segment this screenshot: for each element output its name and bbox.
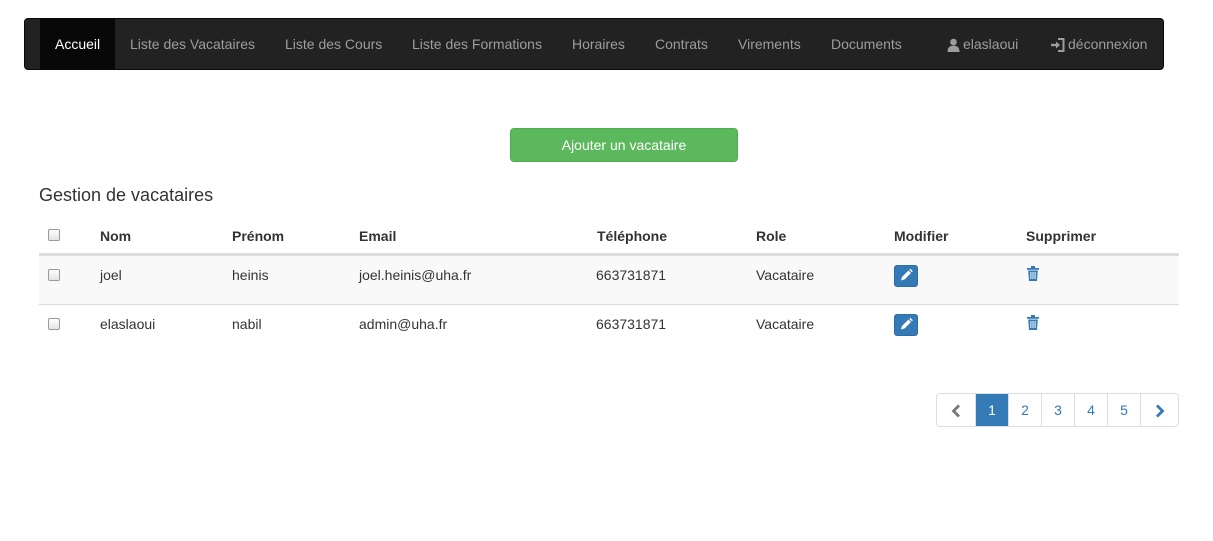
add-vacataire-button[interactable]: Ajouter un vacataire — [510, 128, 738, 162]
column-header-telephone[interactable]: Téléphone — [597, 228, 667, 244]
nav-item-accueil[interactable]: Accueil — [40, 19, 116, 69]
nav-item-formations[interactable]: Liste des Formations — [412, 19, 542, 69]
column-header-modifier: Modifier — [894, 228, 949, 244]
nav-item-documents[interactable]: Documents — [831, 19, 902, 69]
cell-email: admin@uha.fr — [359, 316, 448, 332]
column-header-role[interactable]: Role — [756, 228, 786, 244]
cell-prenom: heinis — [232, 267, 269, 283]
vacataires-table: Nom Prénom Email Téléphone Role Modifier… — [39, 218, 1179, 353]
top-navbar: Accueil Liste des Vacataires Liste des C… — [24, 18, 1164, 70]
chevron-left-icon — [951, 404, 960, 418]
pagination-page-3[interactable]: 3 — [1041, 394, 1074, 426]
table-row: elaslaoui nabil admin@uha.fr 663731871 V… — [39, 304, 1179, 353]
nav-item-vacataires[interactable]: Liste des Vacataires — [130, 19, 255, 69]
column-header-supprimer: Supprimer — [1026, 228, 1097, 244]
select-all-checkbox[interactable] — [48, 229, 60, 241]
cell-telephone: 663731871 — [596, 267, 667, 283]
page-title: Gestion de vacataires — [39, 185, 214, 205]
table-row: joel heinis joel.heinis@uha.fr 663731871… — [39, 255, 1179, 304]
delete-trash-icon[interactable] — [1027, 266, 1039, 284]
nav-item-contrats[interactable]: Contrats — [655, 19, 708, 69]
user-icon — [947, 38, 960, 53]
cell-nom: joel — [100, 267, 122, 283]
cell-nom: elaslaoui — [100, 316, 156, 332]
nav-item-horaires[interactable]: Horaires — [572, 19, 625, 69]
nav-item-virements[interactable]: Virements — [738, 19, 801, 69]
edit-button[interactable] — [894, 265, 918, 287]
column-header-nom[interactable]: Nom — [100, 228, 131, 244]
cell-prenom: nabil — [232, 316, 262, 332]
pagination-page-5[interactable]: 5 — [1107, 394, 1140, 426]
cell-role: Vacataire — [756, 267, 815, 283]
pagination-page-2[interactable]: 2 — [1008, 394, 1041, 426]
pagination-page-4[interactable]: 4 — [1074, 394, 1107, 426]
edit-button[interactable] — [894, 314, 918, 336]
table-header-row: Nom Prénom Email Téléphone Role Modifier… — [39, 218, 1179, 255]
column-header-prenom[interactable]: Prénom — [232, 228, 284, 244]
row-checkbox[interactable] — [48, 318, 60, 330]
pagination-next-button[interactable] — [1140, 394, 1178, 426]
pencil-icon — [901, 317, 913, 330]
cell-role: Vacataire — [756, 316, 815, 332]
nav-logout-label: déconnexion — [1068, 36, 1148, 52]
nav-logout-link[interactable]: déconnexion — [1050, 19, 1147, 69]
pagination-prev-button[interactable] — [937, 394, 975, 426]
pencil-icon — [901, 268, 913, 281]
nav-item-cours[interactable]: Liste des Cours — [285, 19, 382, 69]
pagination: 1 2 3 4 5 — [936, 393, 1179, 427]
delete-trash-icon[interactable] — [1027, 315, 1039, 333]
row-checkbox[interactable] — [48, 269, 60, 281]
column-header-email[interactable]: Email — [359, 228, 396, 244]
nav-user-link[interactable]: elaslaoui — [947, 19, 1018, 69]
cell-email: joel.heinis@uha.fr — [359, 267, 472, 283]
chevron-right-icon — [1155, 404, 1164, 418]
cell-telephone: 663731871 — [596, 316, 667, 332]
pagination-page-1[interactable]: 1 — [975, 394, 1008, 426]
nav-user-label: elaslaoui — [963, 36, 1019, 52]
logout-icon — [1051, 38, 1065, 53]
